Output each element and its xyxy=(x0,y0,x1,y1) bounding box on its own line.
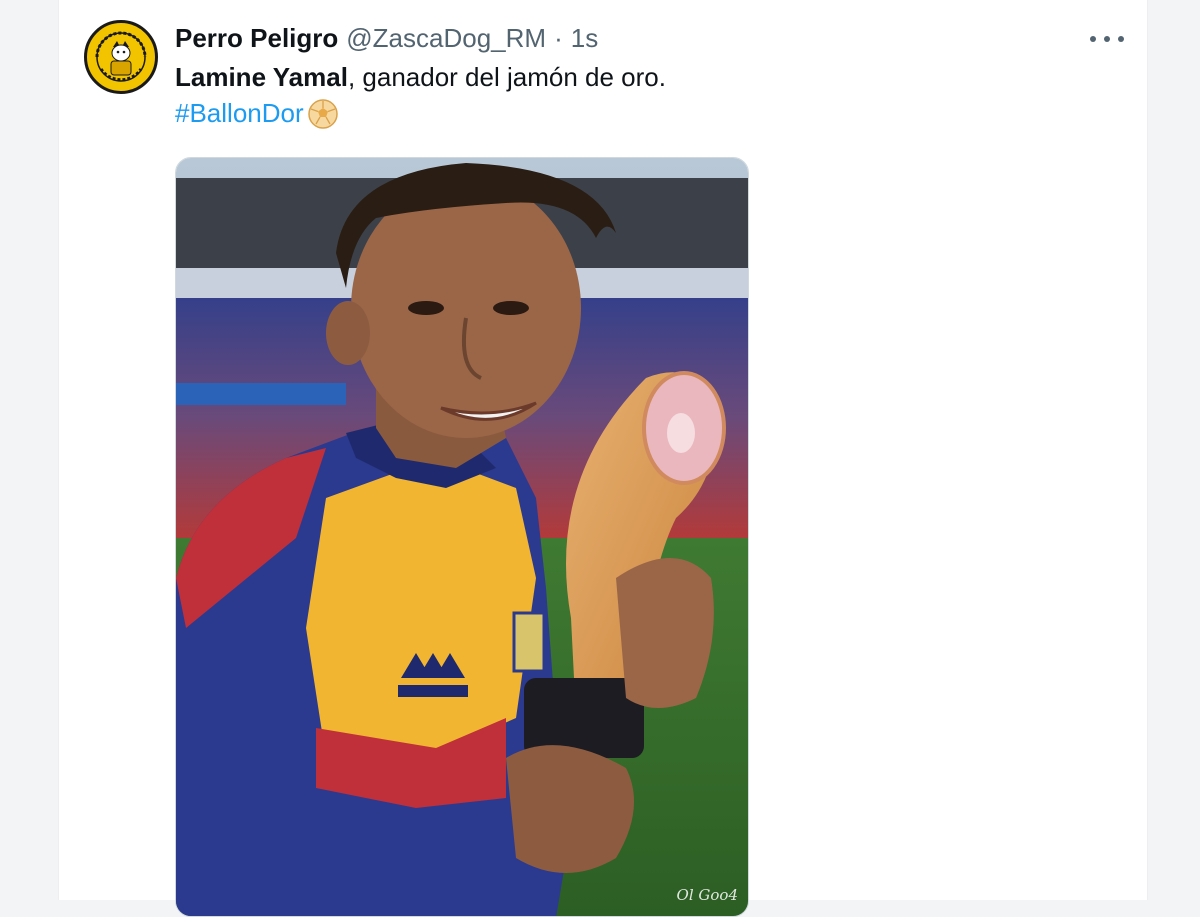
hashtag-link[interactable]: #BallonDor xyxy=(175,98,304,129)
tweet-text-bold: Lamine Yamal xyxy=(175,62,348,92)
media-photo xyxy=(176,158,748,916)
dog-logo-icon xyxy=(88,24,154,90)
tweet-text-rest: , ganador del jamón de oro. xyxy=(347,62,666,92)
more-dot-icon xyxy=(1104,36,1110,42)
timestamp[interactable]: 1s xyxy=(571,23,598,54)
tweet-header: Perro Peligro @ZascaDog_RM · 1s xyxy=(175,22,598,54)
author-name[interactable]: Perro Peligro xyxy=(175,23,338,54)
tweet-media-image[interactable]: Ol Goo4 xyxy=(175,157,749,917)
hashtag-line: #BallonDor xyxy=(175,98,338,129)
author-handle[interactable]: @ZascaDog_RM xyxy=(346,23,546,54)
more-dot-icon xyxy=(1090,36,1096,42)
avatar[interactable] xyxy=(84,20,158,94)
separator-dot: · xyxy=(554,22,563,53)
more-options-button[interactable] xyxy=(1090,28,1124,50)
tweet-text: Lamine Yamal, ganador del jamón de oro. xyxy=(175,62,666,93)
more-dot-icon xyxy=(1118,36,1124,42)
media-watermark: Ol Goo4 xyxy=(676,886,738,904)
soccer-ball-icon xyxy=(307,98,338,129)
